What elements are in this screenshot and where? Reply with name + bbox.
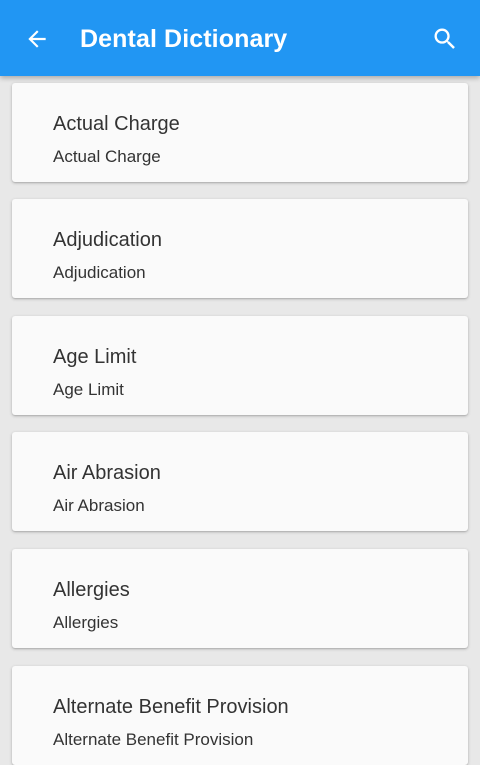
term-definition: Actual Charge bbox=[53, 147, 161, 166]
term-definition: Adjudication bbox=[53, 263, 146, 282]
term-definition: Age Limit bbox=[53, 380, 124, 399]
term-title: Air Abrasion bbox=[53, 462, 161, 484]
arrow-back-icon bbox=[28, 30, 46, 48]
term-card[interactable]: Age Limit Age Limit bbox=[12, 316, 468, 415]
app-bar: Dental Dictionary bbox=[0, 0, 480, 76]
search-button[interactable] bbox=[422, 16, 468, 62]
term-title: Allergies bbox=[53, 579, 130, 601]
term-card[interactable]: Air Abrasion Air Abrasion bbox=[12, 432, 468, 531]
term-card[interactable]: Allergies Allergies bbox=[12, 549, 468, 648]
term-card[interactable]: Adjudication Adjudication bbox=[12, 199, 468, 298]
term-title: Age Limit bbox=[53, 346, 137, 368]
term-title: Alternate Benefit Provision bbox=[53, 696, 289, 718]
term-title: Adjudication bbox=[53, 229, 162, 251]
term-title: Actual Charge bbox=[53, 113, 180, 135]
term-card[interactable]: Actual Charge Actual Charge bbox=[12, 83, 468, 182]
term-definition: Alternate Benefit Provision bbox=[53, 730, 254, 749]
page-title: Dental Dictionary bbox=[80, 25, 288, 53]
term-definition: Allergies bbox=[53, 613, 119, 632]
term-definition: Air Abrasion bbox=[53, 496, 145, 515]
back-button[interactable] bbox=[14, 16, 60, 62]
terms-list: Actual Charge Actual Charge Adjudication… bbox=[0, 0, 480, 765]
search-icon bbox=[434, 28, 455, 49]
term-card[interactable]: Alternate Benefit Provision Alternate Be… bbox=[12, 666, 468, 765]
